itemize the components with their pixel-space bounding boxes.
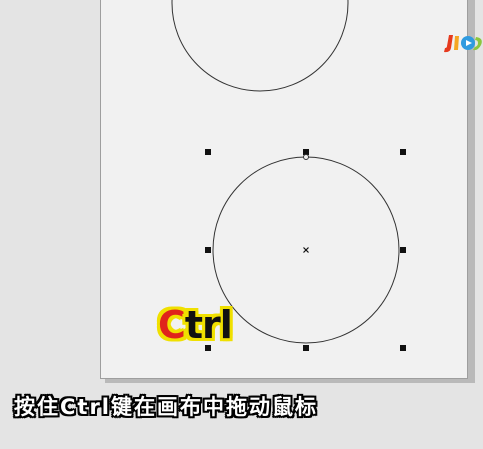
key-hint-ctrl: Ctrl <box>158 303 233 347</box>
handle-middle-right[interactable] <box>400 247 406 253</box>
handle-bottom-center[interactable] <box>303 345 309 351</box>
instruction-subtitle: 按住Ctrl键在画布中拖动鼠标 <box>14 395 319 419</box>
top-circle[interactable] <box>171 0 349 92</box>
drawing-layer[interactable] <box>0 0 483 449</box>
handle-bottom-right[interactable] <box>400 345 406 351</box>
center-marker-icon[interactable] <box>303 247 309 253</box>
circle-node[interactable] <box>303 154 309 160</box>
key-hint-first-letter: C <box>158 303 186 347</box>
handle-top-right[interactable] <box>400 149 406 155</box>
handle-top-left[interactable] <box>205 149 211 155</box>
canvas-workspace[interactable]: Ctrl 按住Ctrl键在画布中拖动鼠标 <box>0 0 483 449</box>
colored-logo-icon <box>444 35 482 53</box>
handle-middle-left[interactable] <box>205 247 211 253</box>
key-hint-rest: trl <box>184 303 233 347</box>
